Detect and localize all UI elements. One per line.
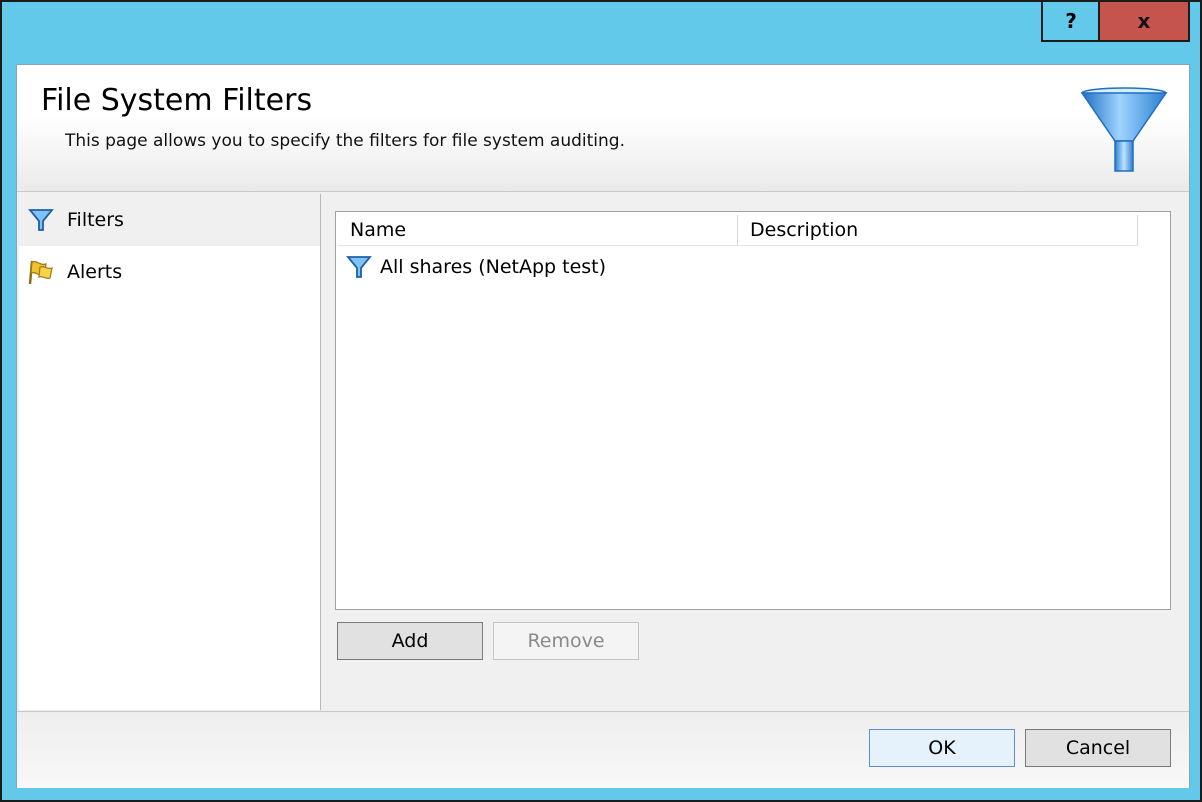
funnel-icon bbox=[346, 254, 372, 280]
remove-button[interactable]: Remove bbox=[493, 622, 639, 660]
ok-button[interactable]: OK bbox=[869, 729, 1015, 767]
column-header-description[interactable]: Description bbox=[738, 215, 1138, 246]
page-title: File System Filters bbox=[41, 83, 313, 118]
dialog-window: ? x File System Filters This page allows… bbox=[0, 0, 1202, 802]
close-button[interactable]: x bbox=[1098, 2, 1190, 42]
page-header: File System Filters This page allows you… bbox=[17, 65, 1189, 192]
title-bar: ? x bbox=[2, 2, 1200, 48]
list-item[interactable]: All shares (NetApp test) bbox=[346, 252, 606, 282]
dialog-client-area: File System Filters This page allows you… bbox=[16, 64, 1190, 788]
funnel-icon bbox=[27, 206, 55, 234]
filters-list[interactable]: Name Description All shares (NetApp test… bbox=[335, 211, 1171, 610]
list-header: Name Description bbox=[336, 212, 1170, 248]
funnel-icon bbox=[1080, 87, 1168, 172]
add-button[interactable]: Add bbox=[337, 622, 483, 660]
cancel-button[interactable]: Cancel bbox=[1025, 729, 1171, 767]
flag-icon bbox=[27, 258, 55, 286]
page-subtitle: This page allows you to specify the filt… bbox=[65, 131, 625, 151]
column-header-name[interactable]: Name bbox=[338, 215, 738, 246]
sidebar-item-label: Filters bbox=[67, 209, 124, 231]
sidebar-item-filters[interactable]: Filters bbox=[19, 194, 320, 246]
sidebar-item-label: Alerts bbox=[67, 261, 123, 283]
help-button[interactable]: ? bbox=[1041, 2, 1099, 42]
sidebar: Filters Alerts bbox=[19, 194, 321, 710]
sidebar-item-alerts[interactable]: Alerts bbox=[19, 246, 320, 298]
dialog-footer: OK Cancel bbox=[17, 711, 1189, 788]
list-item-name: All shares (NetApp test) bbox=[380, 256, 607, 278]
